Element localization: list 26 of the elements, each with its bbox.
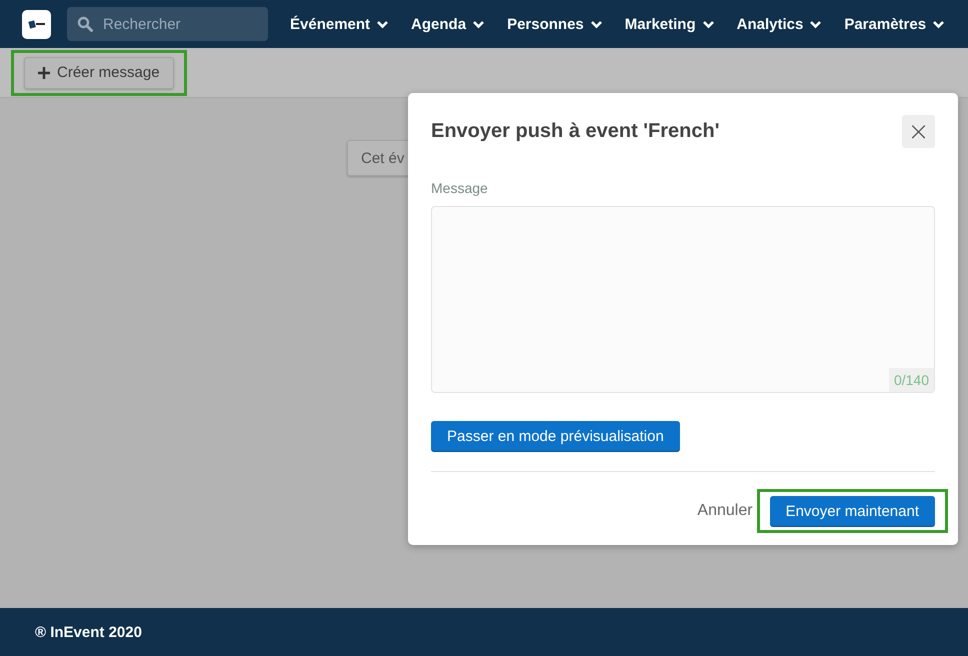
dialog-title: Envoyer push à event 'French'	[431, 120, 720, 143]
nav-menu[interactable]: Paramètres	[844, 16, 946, 32]
chevron-down-icon	[932, 20, 946, 28]
chevron-down-icon	[702, 20, 715, 28]
create-message-button[interactable]: Créer message	[24, 56, 174, 88]
search-field[interactable]: Rechercher	[67, 7, 268, 41]
close-button[interactable]: ×	[902, 115, 935, 148]
nav-menu[interactable]: Marketing	[624, 16, 715, 32]
search-icon	[77, 16, 93, 32]
logo-icon[interactable]	[22, 10, 51, 38]
preview-button[interactable]: Passer en mode prévisualisation	[431, 421, 680, 451]
message-label: Message	[431, 180, 489, 196]
search-input[interactable]: Rechercher	[101, 14, 251, 34]
footer-copyright: ® InEvent 2020	[0, 608, 968, 656]
plus-icon	[38, 66, 50, 78]
nav-menu[interactable]: Personnes	[507, 16, 603, 32]
send-now-button[interactable]: Envoyer maintenant	[770, 496, 935, 526]
chevron-down-icon	[809, 20, 822, 28]
chevron-down-icon	[590, 20, 603, 28]
nav-menu[interactable]: Agenda	[411, 16, 486, 32]
chevron-down-icon	[472, 20, 486, 28]
nav-menu[interactable]: Analytics	[736, 16, 822, 32]
nav-menu[interactable]: Événement	[290, 16, 390, 32]
chevron-down-icon	[376, 20, 390, 28]
character-counter: 0/140	[888, 368, 934, 392]
cancel-link[interactable]: Annuler	[697, 502, 753, 520]
